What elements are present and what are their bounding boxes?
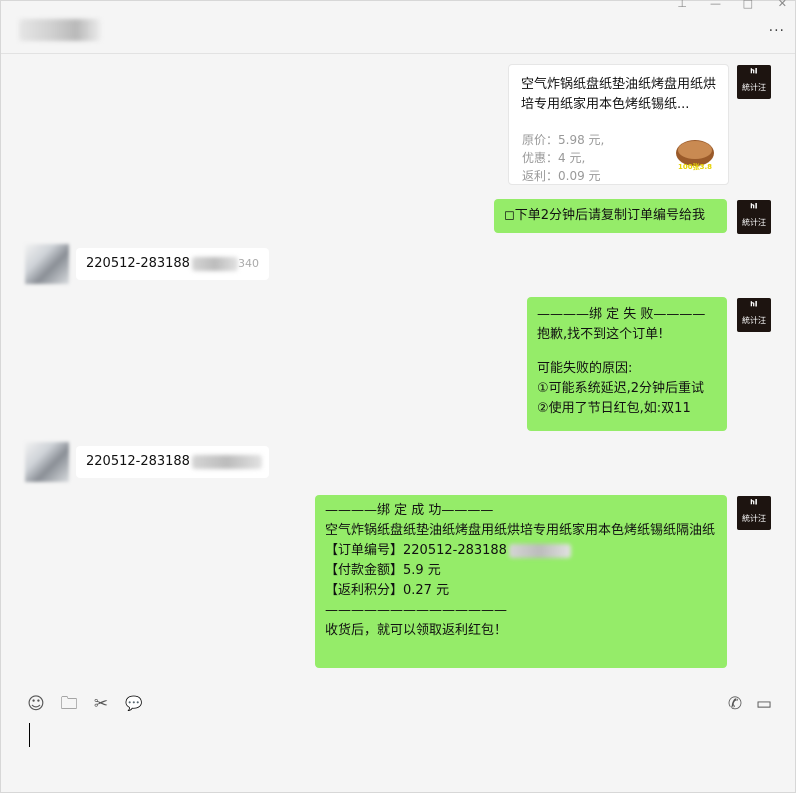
bind-failed-message[interactable]: ————绑 定 失 败———— 抱歉,找不到这个订单! 可能失败的原因: ①可能…	[527, 297, 727, 431]
product-thumbnail: 100张3.8	[673, 131, 717, 171]
success-footer: 收货后，就可以领取返利红包！	[325, 623, 508, 638]
user-avatar[interactable]	[25, 244, 69, 284]
bot-avatar[interactable]: ᑋᑊ 統计汪	[737, 65, 771, 99]
message-list[interactable]: 空气炸锅纸盘纸垫油纸烤盘用纸烘培专用纸家用本色烤纸锡纸... 原价：5.98 元…	[1, 54, 795, 682]
fail-line-1: 抱歉,找不到这个订单!	[537, 327, 664, 342]
maximize-button[interactable]: □	[743, 0, 753, 10]
discount: 优惠：4 元,	[522, 151, 586, 165]
success-amount: 【付款金额】5.9 元	[325, 563, 441, 578]
message-input[interactable]	[1, 723, 795, 793]
chat-history-icon[interactable]: 💬	[124, 695, 144, 713]
success-product: 空气炸锅纸盘纸垫油纸烤盘用纸烘培专用纸家用本色烤纸锡纸隔油纸	[325, 523, 716, 538]
video-call-icon[interactable]: ▭	[754, 695, 774, 713]
title-bar: ⊥ — □ ✕ ···	[1, 0, 795, 54]
user-avatar[interactable]	[25, 442, 69, 482]
fail-line-3: ①可能系统延迟,2分钟后重试	[537, 381, 705, 396]
folder-icon[interactable]: 🗀	[59, 695, 79, 713]
emoji-icon[interactable]: ☺	[26, 695, 46, 713]
order-number-text: 220512-283188	[86, 454, 190, 469]
chat-window: ⊥ — □ ✕ ··· 空气炸锅纸盘纸垫油纸烤盘用纸烘培专用纸家用本色烤纸锡纸.…	[0, 0, 796, 793]
original-price: 原价：5.98 元,	[522, 133, 605, 147]
success-order-no: 【订单编号】220512-283188	[325, 541, 717, 561]
bot-avatar[interactable]: ᑋᑊ 統计汪	[737, 496, 771, 530]
scissors-icon[interactable]: ✂	[91, 695, 111, 713]
order-number-tail: 340	[237, 257, 259, 270]
minimize-button[interactable]: —	[710, 0, 721, 10]
product-card-message[interactable]: 空气炸锅纸盘纸垫油纸烤盘用纸烘培专用纸家用本色烤纸锡纸... 原价：5.98 元…	[508, 64, 729, 185]
success-divider: ——————————————	[325, 603, 507, 618]
user-order-message-2[interactable]: 220512-283188	[76, 446, 269, 478]
close-button[interactable]: ✕	[778, 0, 787, 10]
fail-line-4: ②使用了节日红包,如:双11	[537, 401, 691, 416]
fail-line-2: 可能失败的原因:	[537, 361, 633, 376]
pin-icon[interactable]: ⊥	[677, 0, 687, 10]
instruction-message[interactable]: ◻下单2分钟后请复制订单编号给我	[494, 199, 727, 233]
bot-avatar[interactable]: ᑋᑊ 統计汪	[737, 298, 771, 332]
phone-icon[interactable]: ✆	[725, 695, 745, 713]
input-toolbar: ☺ 🗀 ✂ 💬 ✆ ▭	[1, 683, 795, 727]
bot-avatar[interactable]: ᑋᑊ 統计汪	[737, 200, 771, 234]
text-cursor	[29, 723, 30, 747]
rebate: 返利：0.09 元	[522, 169, 601, 183]
chat-title-blurred	[19, 19, 101, 41]
blurred-digits	[191, 256, 238, 271]
fail-header: ————绑 定 失 败————	[537, 307, 706, 322]
success-points: 【返利积分】0.27 元	[325, 583, 450, 598]
success-header: ————绑 定 成 功————	[325, 503, 494, 518]
more-options-icon[interactable]: ···	[769, 23, 785, 39]
product-title: 空气炸锅纸盘纸垫油纸烤盘用纸烘培专用纸家用本色烤纸锡纸...	[521, 77, 717, 112]
blurred-digits	[191, 454, 262, 469]
user-order-message-1[interactable]: 220512-283188 340	[76, 248, 269, 280]
svg-text:100张3.8: 100张3.8	[678, 162, 712, 171]
bind-success-message[interactable]: ————绑 定 成 功———— 空气炸锅纸盘纸垫油纸烤盘用纸烘培专用纸家用本色烤…	[315, 495, 727, 668]
order-number-text: 220512-283188	[86, 256, 190, 271]
